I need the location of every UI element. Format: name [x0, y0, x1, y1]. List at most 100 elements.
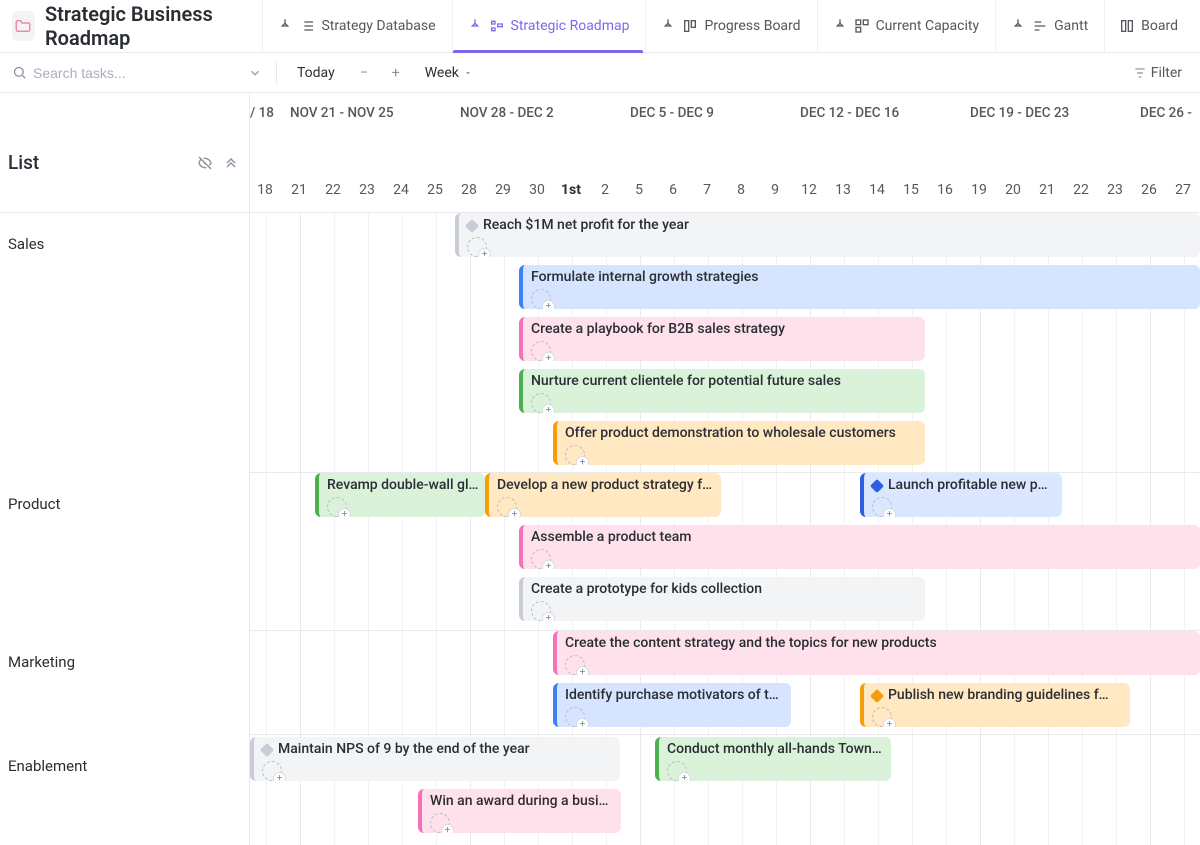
- assignee-add-icon[interactable]: [531, 549, 551, 569]
- assignee-add-icon[interactable]: [667, 761, 687, 781]
- task-bar[interactable]: Launch profitable new p…: [860, 473, 1062, 517]
- day-label: 13: [826, 182, 860, 198]
- task-bar[interactable]: Nurture current clientele for potential …: [519, 369, 925, 413]
- task-bar[interactable]: Identify purchase motivators of t…: [553, 683, 791, 727]
- day-label: 7: [690, 182, 724, 198]
- assignee-add-icon[interactable]: [872, 497, 892, 517]
- assignee-add-icon[interactable]: [531, 289, 551, 309]
- day-label: 22: [1064, 182, 1098, 198]
- milestone-icon: [465, 219, 479, 233]
- day-label: 1st: [554, 182, 588, 198]
- assignee-add-icon[interactable]: [531, 341, 551, 361]
- assignee-add-icon[interactable]: [262, 761, 282, 781]
- task-bar[interactable]: Formulate internal growth strategies: [519, 265, 1200, 309]
- day-label: 26: [1132, 182, 1166, 198]
- task-title: Revamp double-wall gl…: [327, 477, 478, 495]
- day-label: 16: [928, 182, 962, 198]
- milestone-icon: [870, 479, 884, 493]
- task-title: Identify purchase motivators of t…: [565, 687, 779, 705]
- assignee-add-icon[interactable]: [565, 445, 585, 465]
- separator: [276, 62, 277, 84]
- page-title: Strategic Business Roadmap: [45, 2, 243, 50]
- day-label: 15: [894, 182, 928, 198]
- timeline-panel[interactable]: / 18NOV 21 - NOV 25NOV 28 - DEC 2DEC 5 -…: [250, 93, 1200, 845]
- assignee-add-icon[interactable]: [565, 655, 585, 675]
- day-label: 25: [418, 182, 452, 198]
- task-bar[interactable]: Offer product demonstration to wholesale…: [553, 421, 925, 465]
- zoom-out-icon[interactable]: −: [355, 65, 373, 81]
- task-title: Create a playbook for B2B sales strategy: [531, 321, 785, 339]
- task-title: Offer product demonstration to wholesale…: [565, 425, 896, 443]
- assignee-add-icon[interactable]: [531, 393, 551, 413]
- day-label: 6: [656, 182, 690, 198]
- tab-label: Gantt: [1054, 18, 1088, 34]
- week-dropdown[interactable]: Week: [419, 61, 479, 85]
- assignee-add-icon[interactable]: [467, 237, 487, 257]
- assignee-add-icon[interactable]: [872, 707, 892, 727]
- tab-label: Current Capacity: [876, 18, 980, 34]
- list-title: List: [8, 151, 39, 174]
- task-bar[interactable]: Publish new branding guidelines f…: [860, 683, 1130, 727]
- chevron-down-icon[interactable]: [248, 66, 262, 80]
- tab-label: Strategy Database: [321, 18, 435, 34]
- task-bar[interactable]: Win an award during a busi…: [418, 789, 621, 833]
- assignee-add-icon[interactable]: [327, 497, 347, 517]
- day-label: 8: [724, 182, 758, 198]
- task-title: Formulate internal growth strategies: [531, 269, 759, 287]
- day-label: 19: [962, 182, 996, 198]
- tab-strategic-roadmap[interactable]: Strategic Roadmap: [452, 0, 644, 52]
- left-panel: List SalesProductMarketingEnablement: [0, 93, 250, 845]
- group-label: Product: [8, 495, 60, 513]
- task-bar[interactable]: Maintain NPS of 9 by the end of the year: [250, 737, 620, 781]
- search-icon: [12, 65, 27, 80]
- day-label: 29: [486, 182, 520, 198]
- group-label: Marketing: [8, 653, 75, 671]
- task-bar[interactable]: Create a prototype for kids collection: [519, 577, 925, 621]
- search-box[interactable]: [12, 65, 262, 81]
- day-label: 18: [250, 182, 282, 198]
- tab-progress-board[interactable]: Progress Board: [645, 0, 814, 52]
- timeline-body[interactable]: Reach $1M net profit for the year Formula…: [250, 213, 1200, 845]
- tab-gantt[interactable]: Gantt: [995, 0, 1102, 52]
- zoom-in-icon[interactable]: +: [387, 65, 405, 81]
- assignee-add-icon[interactable]: [430, 813, 450, 833]
- task-title: Develop a new product strategy f…: [497, 477, 712, 495]
- day-label: 21: [282, 182, 316, 198]
- day-label: 24: [384, 182, 418, 198]
- tab-board[interactable]: Board: [1104, 0, 1192, 52]
- day-label: 5: [622, 182, 656, 198]
- task-bar[interactable]: Revamp double-wall gl…: [315, 473, 485, 517]
- task-bar[interactable]: Conduct monthly all-hands Town…: [655, 737, 891, 781]
- task-title: Win an award during a busi…: [430, 793, 608, 811]
- task-title: Create a prototype for kids collection: [531, 581, 762, 599]
- eye-off-icon[interactable]: [197, 155, 213, 171]
- task-title: Reach $1M net profit for the year: [483, 217, 689, 235]
- task-title: Launch profitable new p…: [888, 477, 1048, 495]
- assignee-add-icon[interactable]: [531, 601, 551, 621]
- search-input[interactable]: [33, 65, 242, 81]
- assignee-add-icon[interactable]: [565, 707, 585, 727]
- tab-current-capacity[interactable]: Current Capacity: [817, 0, 994, 52]
- day-label: 12: [792, 182, 826, 198]
- task-bar[interactable]: Create a playbook for B2B sales strategy: [519, 317, 925, 361]
- task-bar[interactable]: Reach $1M net profit for the year: [455, 213, 1200, 257]
- filter-button[interactable]: Filter: [1127, 61, 1188, 85]
- task-bar[interactable]: Develop a new product strategy f…: [485, 473, 721, 517]
- week-label: DEC 26 -: [1140, 105, 1192, 121]
- task-bar[interactable]: Assemble a product team: [519, 525, 1200, 569]
- topbar: Strategic Business Roadmap Strategy Data…: [0, 0, 1200, 53]
- today-button[interactable]: Today: [291, 61, 341, 85]
- collapse-icon[interactable]: [223, 155, 239, 171]
- group-label: Sales: [8, 235, 44, 253]
- day-label: 21: [1030, 182, 1064, 198]
- task-title: Conduct monthly all-hands Town…: [667, 741, 882, 759]
- assignee-add-icon[interactable]: [497, 497, 517, 517]
- tab-strategy-database[interactable]: Strategy Database: [262, 0, 449, 52]
- day-label: 9: [758, 182, 792, 198]
- task-title: Maintain NPS of 9 by the end of the year: [278, 741, 530, 759]
- day-label: 30: [520, 182, 554, 198]
- week-label: DEC 12 - DEC 16: [800, 105, 899, 121]
- week-label: DEC 19 - DEC 23: [970, 105, 1069, 121]
- week-label: NOV 21 - NOV 25: [290, 105, 394, 121]
- task-bar[interactable]: Create the content strategy and the topi…: [553, 631, 1200, 675]
